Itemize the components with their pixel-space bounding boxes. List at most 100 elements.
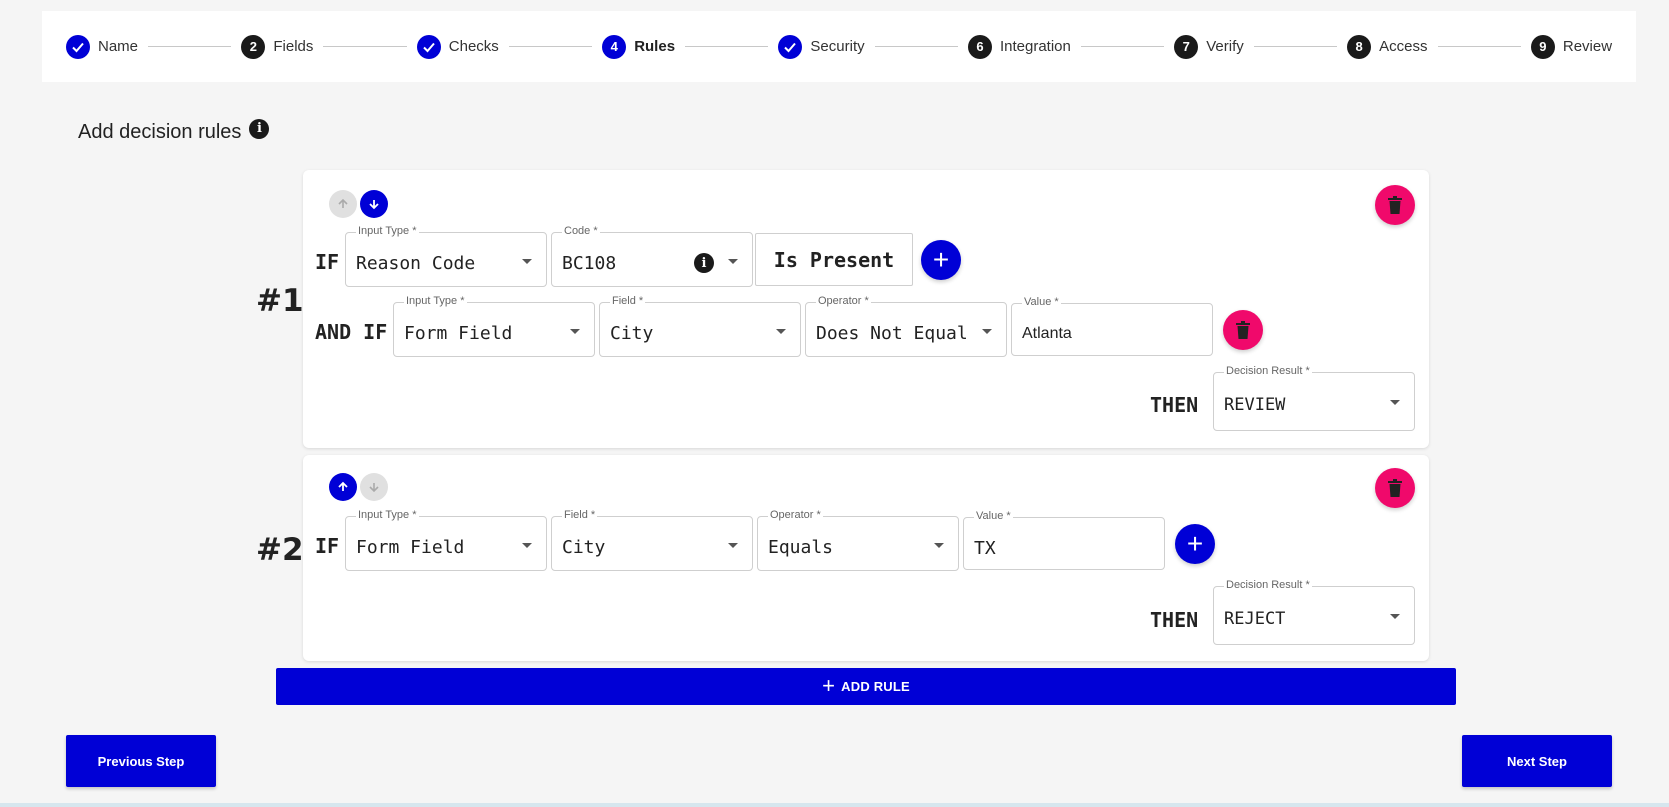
- caret-down-icon: [522, 543, 532, 548]
- field-value: BC108: [562, 253, 617, 274]
- step-connector: [1080, 46, 1165, 47]
- plus-icon: +: [822, 672, 836, 698]
- field-value: REJECT: [1224, 609, 1286, 629]
- step-rules[interactable]: 4 Rules: [602, 34, 676, 59]
- step-label: Verify: [1206, 38, 1244, 55]
- operator-select[interactable]: Operator * Does Not Equal: [805, 295, 1007, 357]
- caret-down-icon: [776, 329, 786, 334]
- step-number: 8: [1347, 34, 1372, 59]
- move-down-icon[interactable]: [360, 190, 388, 218]
- field-value: TX: [974, 538, 996, 559]
- step-access[interactable]: 8 Access: [1347, 34, 1428, 59]
- caret-down-icon: [728, 543, 738, 548]
- input-type-select[interactable]: Input Type * Form Field: [345, 509, 547, 571]
- value-input[interactable]: Value * TX: [963, 510, 1165, 570]
- rule-card: IF Input Type * Form Field Field * City …: [303, 455, 1429, 661]
- trash-icon: [1388, 479, 1402, 497]
- move-up-icon[interactable]: [329, 190, 357, 218]
- previous-step-button[interactable]: Previous Step: [66, 735, 216, 787]
- field-label: Field *: [562, 509, 598, 521]
- field-value: Does Not Equal: [816, 323, 968, 344]
- check-icon: [416, 34, 441, 59]
- delete-condition-button[interactable]: [1223, 310, 1263, 350]
- page-title: Add decision rules i: [78, 118, 270, 144]
- delete-rule-button[interactable]: [1375, 468, 1415, 508]
- step-connector: [1437, 46, 1521, 47]
- delete-rule-button[interactable]: [1375, 185, 1415, 225]
- input-type-select[interactable]: Input Type * Reason Code: [345, 225, 547, 287]
- check-icon: [66, 34, 90, 59]
- step-label: Fields: [273, 38, 314, 55]
- info-icon[interactable]: i: [694, 253, 714, 273]
- and-if-keyword: AND IF: [315, 320, 388, 344]
- is-present-operator[interactable]: Is Present: [755, 233, 913, 286]
- caret-down-icon: [728, 259, 738, 264]
- step-label: Integration: [999, 38, 1071, 55]
- rule-number: #2: [256, 532, 304, 568]
- check-icon: [778, 34, 803, 59]
- add-condition-button[interactable]: +: [1175, 524, 1215, 564]
- step-connector: [323, 46, 407, 47]
- if-keyword: IF: [315, 534, 340, 558]
- decision-result-select[interactable]: Decision Result * REJECT: [1213, 579, 1415, 645]
- add-condition-button[interactable]: +: [921, 240, 961, 280]
- field-value: City: [562, 537, 606, 558]
- step-connector: [685, 46, 769, 47]
- move-up-icon[interactable]: [329, 473, 357, 501]
- field-label: Field *: [610, 295, 646, 307]
- then-keyword: THEN: [1150, 393, 1199, 417]
- field-value: Atlanta: [1022, 325, 1072, 342]
- step-review[interactable]: 9 Review: [1530, 34, 1613, 59]
- add-rule-label: ADD RULE: [841, 679, 910, 694]
- field-select[interactable]: Field * City: [599, 295, 801, 357]
- step-number: 2: [241, 34, 266, 59]
- step-number: 4: [602, 34, 627, 59]
- page-title-text: Add decision rules: [78, 121, 242, 143]
- decision-result-select[interactable]: Decision Result * REVIEW: [1213, 365, 1415, 431]
- step-integration[interactable]: 6 Integration: [967, 34, 1071, 59]
- step-verify[interactable]: 7 Verify: [1174, 34, 1244, 59]
- operator-select[interactable]: Operator * Equals: [757, 509, 959, 571]
- move-down-icon[interactable]: [360, 473, 388, 501]
- caret-down-icon: [570, 329, 580, 334]
- step-connector: [874, 46, 958, 47]
- field-label: Input Type *: [356, 225, 419, 237]
- field-label: Value *: [1022, 296, 1061, 308]
- caret-down-icon: [1390, 400, 1400, 405]
- step-number: 7: [1174, 34, 1199, 59]
- field-select[interactable]: Field * City: [551, 509, 753, 571]
- step-connector: [148, 46, 232, 47]
- step-number: 9: [1530, 34, 1555, 59]
- bottom-scroll-strip: [0, 803, 1669, 807]
- input-type-select[interactable]: Input Type * Form Field: [393, 295, 595, 357]
- step-label: Checks: [448, 38, 499, 55]
- rule-number: #1: [256, 283, 304, 319]
- field-label: Value *: [974, 510, 1013, 522]
- caret-down-icon: [1390, 614, 1400, 619]
- step-checks[interactable]: Checks: [416, 34, 499, 59]
- trash-icon: [1388, 196, 1402, 214]
- then-keyword: THEN: [1150, 608, 1199, 632]
- step-label: Rules: [634, 38, 676, 55]
- field-label: Input Type *: [404, 295, 467, 307]
- step-number: 6: [967, 34, 992, 59]
- field-label: Code *: [562, 225, 600, 237]
- value-input[interactable]: Value * Atlanta: [1011, 296, 1213, 356]
- if-keyword: IF: [315, 250, 340, 274]
- field-label: Decision Result *: [1224, 365, 1312, 377]
- field-value: Form Field: [356, 537, 465, 558]
- code-select[interactable]: Code * BC108 i: [551, 225, 753, 287]
- field-value: REVIEW: [1224, 395, 1286, 415]
- step-fields[interactable]: 2 Fields: [241, 34, 314, 59]
- step-security[interactable]: Security: [778, 34, 865, 59]
- next-step-button[interactable]: Next Step: [1462, 735, 1612, 787]
- step-name[interactable]: Name: [66, 34, 138, 59]
- step-connector: [1253, 46, 1338, 47]
- step-connector: [508, 46, 593, 47]
- add-rule-button[interactable]: + ADD RULE: [276, 668, 1456, 705]
- caret-down-icon: [982, 329, 992, 334]
- field-value: Form Field: [404, 323, 513, 344]
- step-label: Review: [1562, 38, 1613, 55]
- info-icon[interactable]: i: [249, 118, 270, 139]
- field-label: Input Type *: [356, 509, 419, 521]
